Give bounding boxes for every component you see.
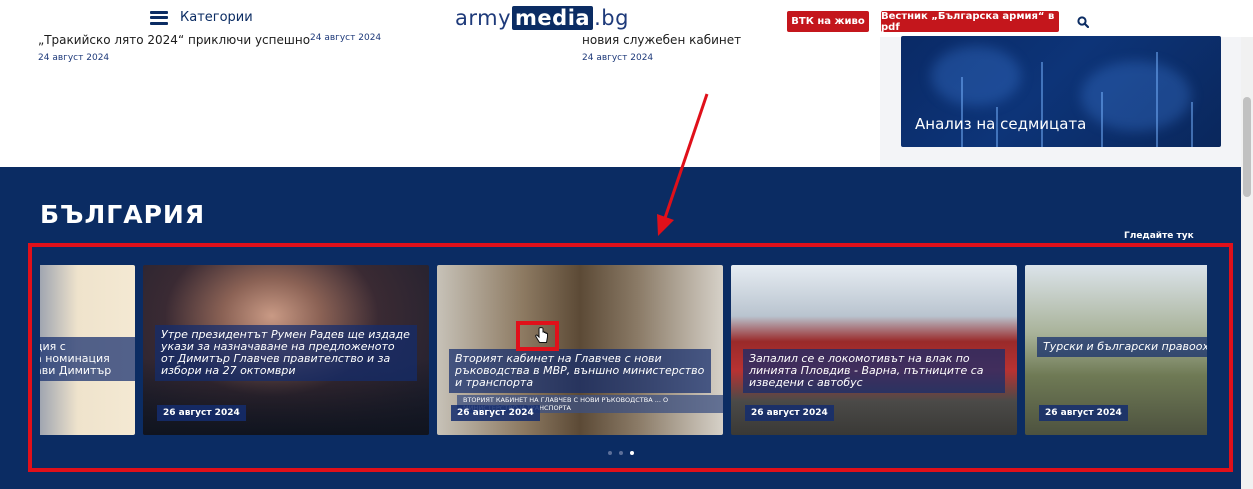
card-title: Запалил се е локомотивът на влак по лини… xyxy=(743,349,1005,393)
section-title: БЪЛГАРИЯ xyxy=(40,200,206,229)
news-carousel[interactable]: ция с а номинация ави Димитър Утре прези… xyxy=(40,265,1207,435)
card-date: 26 август 2024 xyxy=(157,405,246,421)
carousel-card[interactable]: Запалил се е локомотивът на влак по лини… xyxy=(731,265,1017,435)
card-title: ция с а номинация ави Димитър xyxy=(40,337,135,381)
pagination-dot[interactable] xyxy=(619,451,623,455)
news-item[interactable]: новия служебен кабинет 24 август 2024 xyxy=(582,33,741,63)
news-title: „Тракийско лято 2024“ приключи успешно xyxy=(38,33,311,47)
news-item[interactable]: 24 август 2024 xyxy=(310,33,381,43)
weekly-analysis-banner[interactable]: Анализ на седмицата xyxy=(901,36,1221,147)
search-icon xyxy=(1077,15,1089,28)
logo-part-army: army xyxy=(455,6,512,30)
carousel-pagination xyxy=(608,451,634,455)
categories-menu-button[interactable]: Категории xyxy=(150,10,253,25)
news-title: новия служебен кабинет xyxy=(582,33,742,47)
categories-label: Категории xyxy=(180,10,253,25)
news-item[interactable]: „Тракийско лято 2024“ приключи успешно 2… xyxy=(38,33,310,63)
logo-part-bg: .bg xyxy=(594,6,629,30)
carousel-card[interactable]: ция с а номинация ави Димитър xyxy=(40,265,135,435)
top-navigation-bar: Категории army media .bg ВТК на живо Вестн… xyxy=(0,0,1253,36)
news-date: 24 август 2024 xyxy=(310,33,382,43)
hamburger-icon xyxy=(150,10,168,25)
weekly-analysis-label: Анализ на седмицата xyxy=(915,115,1087,133)
pagination-dot-active[interactable] xyxy=(630,451,634,455)
card-date: 26 август 2024 xyxy=(745,405,834,421)
card-date: 26 август 2024 xyxy=(1039,405,1128,421)
card-title: Утре президентът Румен Радев ще издаде у… xyxy=(155,325,417,381)
newspaper-pdf-button[interactable]: Вестник „Българска армия“ в pdf xyxy=(881,11,1059,33)
carousel-card[interactable]: Утре президентът Румен Радев ще издаде у… xyxy=(143,265,429,435)
see-more-link[interactable]: Гледайте тук xyxy=(1124,231,1194,241)
search-button[interactable] xyxy=(1071,11,1095,32)
logo-part-media: media xyxy=(512,6,594,30)
card-title: Турски и български правоохр органи засил… xyxy=(1037,337,1207,357)
hand-cursor-icon xyxy=(535,327,548,343)
site-logo[interactable]: army media .bg xyxy=(455,5,629,31)
live-tv-button[interactable]: ВТК на живо xyxy=(787,11,869,32)
bulgaria-section: БЪЛГАРИЯ Гледайте тук ция с а номинация … xyxy=(0,167,1241,489)
annotation-cursor-box xyxy=(516,321,559,351)
scrollbar-thumb[interactable] xyxy=(1243,97,1251,197)
pagination-dot[interactable] xyxy=(608,451,612,455)
card-title: Вторият кабинет на Главчев с нови ръково… xyxy=(449,349,711,393)
news-date: 24 август 2024 xyxy=(38,53,110,63)
carousel-card[interactable]: Турски и български правоохр органи засил… xyxy=(1025,265,1207,435)
page-scrollbar[interactable] xyxy=(1241,37,1253,489)
news-date: 24 август 2024 xyxy=(582,53,654,63)
previous-news-strip: „Тракийско лято 2024“ приключи успешно 2… xyxy=(0,33,880,167)
card-date: 26 август 2024 xyxy=(451,405,540,421)
carousel-card[interactable]: Вторият кабинет на Главчев с нови ръково… xyxy=(437,265,723,435)
